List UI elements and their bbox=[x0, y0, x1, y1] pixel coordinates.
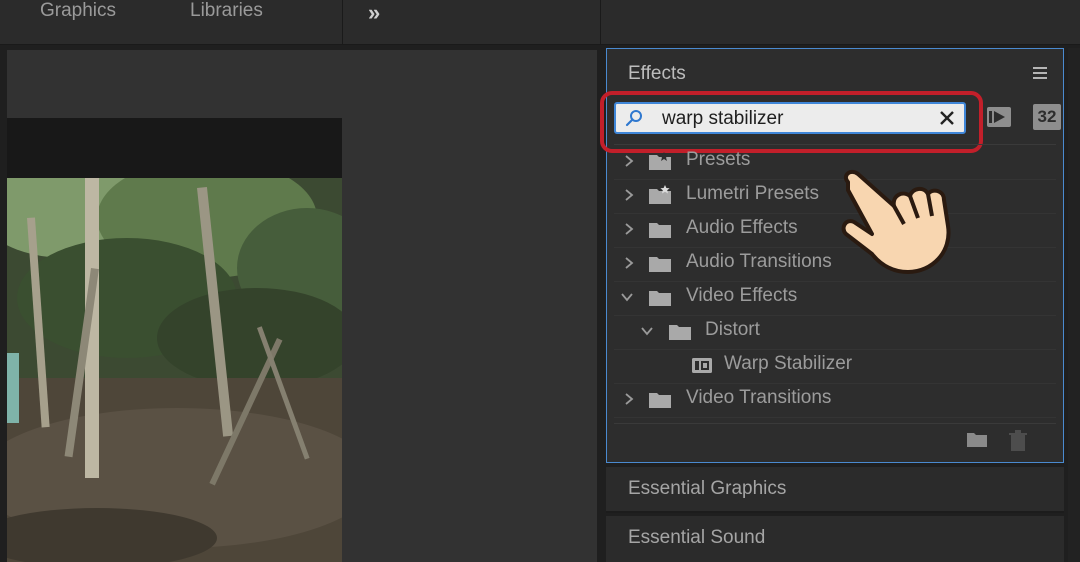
essential-graphics-panel-tab[interactable]: Essential Graphics bbox=[606, 467, 1064, 513]
chevron-right-icon[interactable] bbox=[622, 391, 636, 407]
workspace-bar: Graphics Libraries » bbox=[0, 0, 1080, 45]
tree-item-video-effects[interactable]: Video Effects bbox=[614, 281, 1056, 316]
folder-icon bbox=[649, 393, 671, 408]
panel-title: Effects bbox=[628, 63, 686, 84]
chevron-right-icon[interactable] bbox=[622, 221, 636, 237]
panel-menu-icon[interactable] bbox=[1033, 67, 1047, 82]
tab-graphics[interactable]: Graphics bbox=[40, 0, 116, 22]
tree-item-label: Presets bbox=[686, 149, 751, 170]
accelerated-effects-icon[interactable] bbox=[985, 104, 1013, 130]
pointing-hand-icon bbox=[841, 169, 951, 274]
32-bit-label: 32 bbox=[1037, 107, 1057, 126]
search-input[interactable] bbox=[662, 107, 932, 131]
chevron-right-icon[interactable] bbox=[622, 187, 636, 203]
effects-search-box[interactable] bbox=[614, 102, 966, 134]
effect-icon bbox=[692, 358, 712, 373]
panel-gutter bbox=[1068, 48, 1080, 562]
tab-libraries[interactable]: Libraries bbox=[190, 0, 263, 22]
tree-item-label: Video Transitions bbox=[686, 387, 832, 408]
clear-search-icon[interactable] bbox=[938, 109, 956, 127]
tree-item-label: Audio Effects bbox=[686, 217, 798, 238]
tree-item-video-transitions[interactable]: Video Transitions bbox=[614, 383, 1056, 418]
panel-tab-label: Essential Graphics bbox=[628, 478, 787, 499]
tab-divider bbox=[600, 0, 601, 44]
32-bit-effects-button[interactable]: 32 bbox=[1033, 104, 1061, 130]
essential-sound-panel-tab[interactable]: Essential Sound bbox=[606, 516, 1064, 562]
chevron-down-icon[interactable] bbox=[620, 289, 634, 305]
chevron-right-icon[interactable] bbox=[622, 153, 636, 169]
tree-item-label: Video Effects bbox=[686, 285, 798, 306]
folder-icon bbox=[649, 291, 671, 306]
video-frame bbox=[7, 178, 342, 562]
folder-icon bbox=[649, 223, 671, 238]
more-workspaces-button[interactable]: » bbox=[368, 0, 380, 26]
chevron-down-icon[interactable] bbox=[640, 323, 654, 339]
tree-item-label: Warp Stabilizer bbox=[724, 353, 853, 374]
presets-folder-icon bbox=[649, 152, 671, 170]
tree-item-distort[interactable]: Distort bbox=[614, 315, 1056, 350]
panel-tab-label: Essential Sound bbox=[628, 527, 766, 548]
search-icon bbox=[625, 110, 642, 127]
tree-item-label: Lumetri Presets bbox=[686, 183, 820, 204]
tree-item-warp-stabilizer[interactable]: Warp Stabilizer bbox=[614, 349, 1056, 384]
tree-item-label: Distort bbox=[705, 319, 760, 340]
video-letterbox bbox=[7, 118, 342, 178]
trash-icon[interactable] bbox=[1008, 430, 1028, 452]
folder-icon bbox=[649, 257, 671, 272]
lumetri-folder-icon bbox=[649, 185, 671, 204]
new-custom-bin-icon[interactable] bbox=[966, 430, 988, 448]
tab-divider bbox=[342, 0, 343, 44]
folder-icon bbox=[669, 325, 691, 340]
tree-item-label: Audio Transitions bbox=[686, 251, 832, 272]
chevron-right-icon[interactable] bbox=[622, 255, 636, 271]
